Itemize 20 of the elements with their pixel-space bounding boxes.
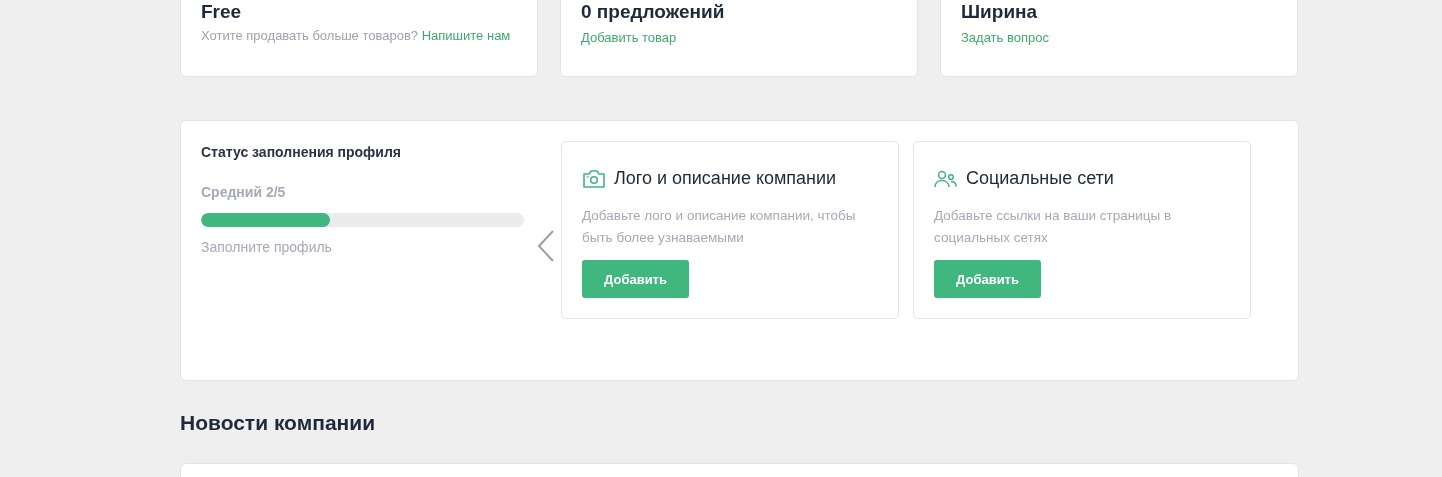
card-text: Хотите продавать больше товаров? Напишите нам xyxy=(201,28,512,43)
card-link[interactable]: Напишите нам xyxy=(421,28,511,43)
card-link[interactable]: Задать вопрос xyxy=(961,30,1049,45)
people-icon xyxy=(934,169,958,188)
task-text: Добавьте ссылки на ваши страницы в социальных сетях xyxy=(934,207,1173,247)
task-text: Добавьте лого и описание компании, чтобы быть более узнаваемыми xyxy=(582,207,857,247)
task-title: Лого и описание компании xyxy=(614,168,837,189)
add-button[interactable]: Добавить xyxy=(934,260,1041,298)
card-link[interactable]: Добавить товар xyxy=(581,30,677,45)
hint-text: Заполните профиль xyxy=(201,239,333,255)
add-button[interactable]: Добавить xyxy=(582,260,689,298)
card-title: 0 предложений xyxy=(581,1,726,23)
panel-title: Статус заполнения профиля xyxy=(201,144,403,160)
task-title: Социальные сети xyxy=(966,168,1114,189)
card-title: Free xyxy=(201,1,243,23)
section-heading: Новости компании xyxy=(180,411,377,435)
chevron-left-icon[interactable] xyxy=(537,229,555,263)
camera-icon xyxy=(582,168,606,189)
card-title: Ширина xyxy=(961,1,1039,23)
level-label: Средний 2/5 xyxy=(201,184,287,200)
